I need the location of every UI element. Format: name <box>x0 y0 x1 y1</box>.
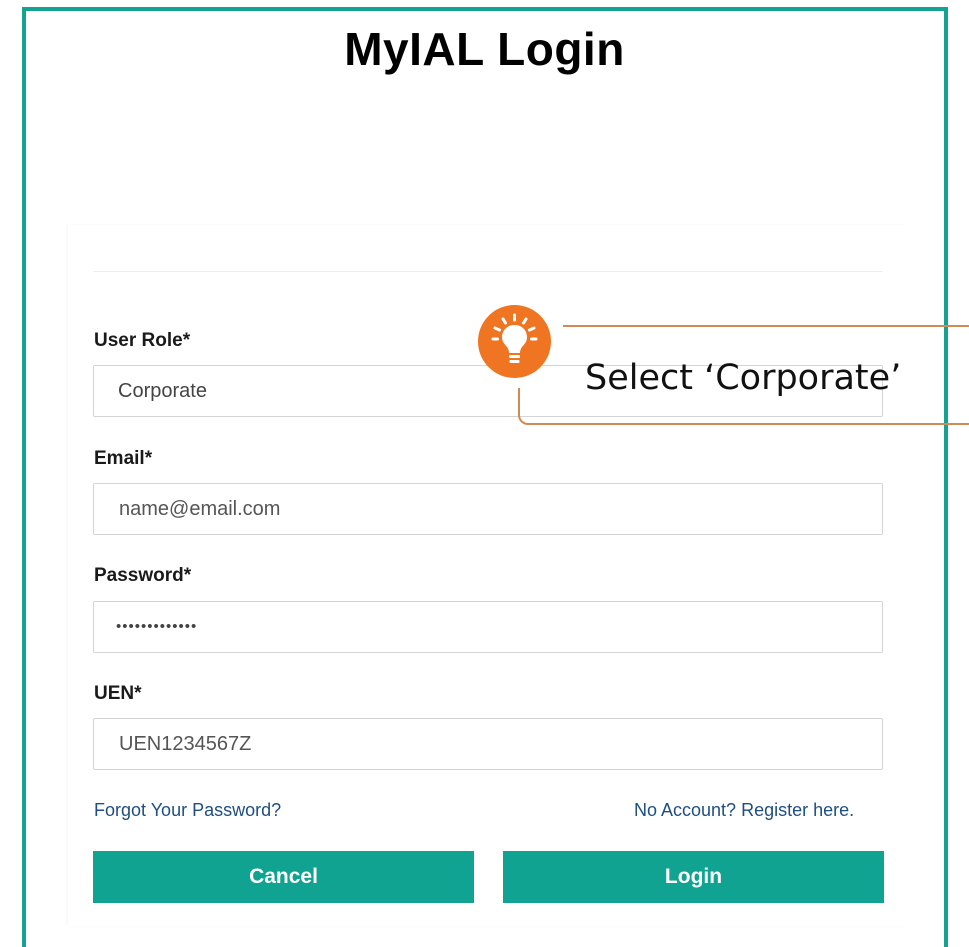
email-field[interactable]: name@email.com <box>93 483 883 535</box>
divider <box>93 271 883 272</box>
forgot-password-link[interactable]: Forgot Your Password? <box>94 800 281 821</box>
tooltip-text: Select ‘Corporate’ <box>585 358 902 398</box>
lightbulb-icon <box>478 305 551 378</box>
register-link[interactable]: No Account? Register here. <box>634 800 854 821</box>
login-button[interactable]: Login <box>503 851 884 903</box>
user-role-label: User Role* <box>94 330 191 351</box>
email-label: Email* <box>94 448 153 469</box>
password-field[interactable]: ••••••••••••• <box>93 601 883 653</box>
page-title: MyIAL Login <box>344 23 625 75</box>
password-label: Password* <box>94 565 192 586</box>
cancel-button[interactable]: Cancel <box>93 851 474 903</box>
uen-label: UEN* <box>94 683 142 704</box>
uen-field[interactable]: UEN1234567Z <box>93 718 883 770</box>
